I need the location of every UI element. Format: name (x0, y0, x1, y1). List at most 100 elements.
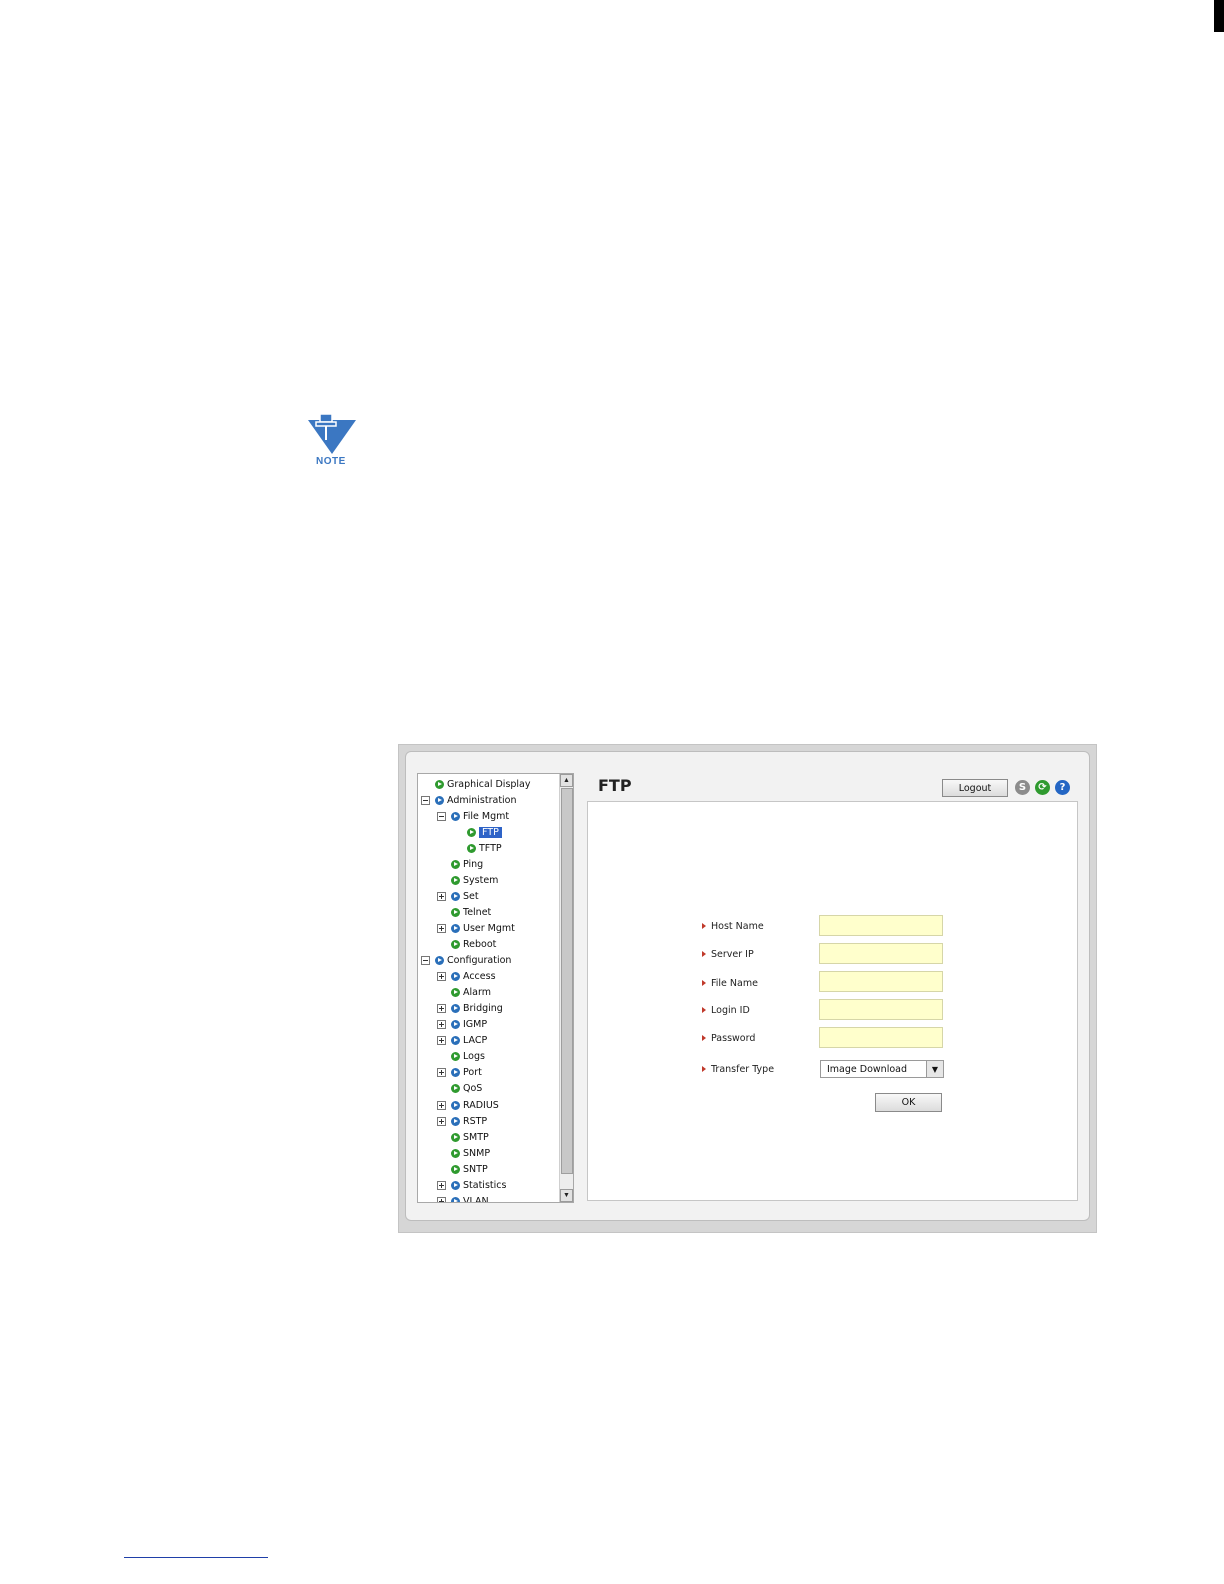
tree-item[interactable]: Statistics (437, 1177, 506, 1193)
tree-item[interactable]: Port (437, 1065, 482, 1081)
tree-item-label: User Mgmt (463, 922, 515, 934)
tree-item[interactable]: File Mgmt (437, 808, 509, 824)
page-bullet-icon (451, 1052, 460, 1062)
required-marker-icon (702, 980, 706, 986)
page-bullet-icon (467, 827, 476, 837)
tree-item[interactable]: RSTP (437, 1113, 487, 1129)
tree-item[interactable]: SNTP (437, 1161, 488, 1177)
required-marker-icon (702, 923, 706, 929)
expand-icon[interactable] (437, 972, 446, 982)
tree-item-label: LACP (463, 1035, 488, 1047)
help-icon[interactable]: ? (1055, 780, 1070, 795)
tree-item[interactable]: RADIUS (437, 1097, 499, 1113)
expand-icon[interactable] (437, 1020, 446, 1030)
page-bullet-icon (451, 1132, 460, 1142)
folder-bullet-icon (451, 1068, 460, 1078)
tree-item[interactable]: QoS (437, 1081, 482, 1097)
scroll-down-arrow[interactable]: ▼ (560, 1189, 573, 1202)
tree-item[interactable]: FTP (453, 824, 502, 840)
page-bullet-icon (451, 1084, 460, 1094)
folder-bullet-icon (451, 1004, 460, 1014)
login-id-input[interactable] (819, 999, 943, 1020)
tree-item[interactable]: System (437, 872, 498, 888)
collapse-icon[interactable] (421, 795, 430, 805)
footer-link-underline (124, 1557, 268, 1558)
tree-item[interactable]: Configuration (421, 953, 511, 969)
refresh-icon[interactable]: ⟳ (1035, 780, 1050, 795)
tree-item-label: File Mgmt (463, 810, 510, 822)
tree-item-label: Statistics (463, 1179, 507, 1191)
tree-item[interactable]: Logs (437, 1049, 485, 1065)
page-bullet-icon (451, 1164, 460, 1174)
page-title: FTP (598, 776, 632, 795)
tree-item-label: Access (463, 971, 496, 983)
note-label: NOTE (316, 456, 346, 467)
tree-item[interactable]: TFTP (453, 840, 502, 856)
tree-item-label: TFTP (479, 842, 502, 854)
page-bullet-icon (451, 859, 460, 869)
tree-item-label: Telnet (463, 906, 492, 918)
tree-item-label: Ping (463, 858, 484, 870)
tree-item[interactable]: Graphical Display (421, 776, 531, 792)
save-icon[interactable]: S (1015, 780, 1030, 795)
tree-item[interactable]: Administration (421, 792, 517, 808)
transfer-type-select[interactable]: Image Download ▼ (820, 1060, 944, 1078)
ok-button[interactable]: OK (875, 1093, 942, 1112)
expand-icon[interactable] (437, 1196, 446, 1202)
tree-item-label: RADIUS (463, 1099, 499, 1111)
file-name-label: File Name (702, 976, 758, 990)
server-ip-input[interactable] (819, 943, 943, 964)
screenshot-frame: Graphical Display Administration File Mgmt… (398, 744, 1097, 1233)
tree-item-label: Administration (447, 794, 517, 806)
expand-icon[interactable] (437, 1036, 446, 1046)
tree-item-label: Bridging (463, 1003, 503, 1015)
tree-item[interactable]: VLAN (437, 1193, 489, 1202)
expand-icon[interactable] (437, 1004, 446, 1014)
scrollbar-thumb[interactable] (561, 788, 573, 1174)
tree-item-label: FTP (479, 826, 502, 838)
password-input[interactable] (819, 1027, 943, 1048)
tree-item[interactable]: Ping (437, 856, 483, 872)
host-name-input[interactable] (819, 915, 943, 936)
tree-item-label: Alarm (463, 987, 491, 999)
required-marker-icon (702, 1066, 706, 1072)
file-name-input[interactable] (819, 971, 943, 992)
scroll-up-arrow[interactable]: ▲ (560, 774, 573, 787)
tree-scrollbar[interactable]: ▲ ▼ (559, 774, 573, 1202)
page-bullet-icon (451, 940, 460, 949)
expand-icon[interactable] (437, 923, 446, 933)
folder-bullet-icon (451, 972, 460, 982)
tree-item[interactable]: Set (437, 888, 479, 904)
tree-item[interactable]: Alarm (437, 985, 491, 1001)
tree-item[interactable]: User Mgmt (437, 920, 515, 936)
required-marker-icon (702, 951, 706, 957)
tree-item[interactable]: LACP (437, 1033, 487, 1049)
tree-item-label: Reboot (463, 939, 497, 950)
tree-list: Graphical Display Administration File Mgmt… (418, 774, 559, 1202)
page-bullet-icon (451, 988, 460, 998)
expand-icon[interactable] (437, 891, 446, 901)
folder-bullet-icon (451, 1036, 460, 1046)
page-bullet-icon (451, 907, 460, 917)
folder-bullet-icon (435, 795, 444, 805)
expand-icon[interactable] (437, 1100, 446, 1110)
expand-icon[interactable] (437, 1068, 446, 1078)
navigation-tree[interactable]: Graphical Display Administration File Mgmt… (417, 773, 574, 1203)
tree-item[interactable]: SNMP (437, 1145, 490, 1161)
tree-item-label: Graphical Display (447, 778, 531, 790)
tree-item[interactable]: Access (437, 969, 496, 985)
expand-icon[interactable] (437, 1180, 446, 1190)
tree-item[interactable]: Bridging (437, 1001, 503, 1017)
dropdown-arrow-icon[interactable]: ▼ (926, 1061, 943, 1077)
collapse-icon[interactable] (421, 956, 430, 966)
tree-item[interactable]: IGMP (437, 1017, 487, 1033)
collapse-icon[interactable] (437, 811, 446, 821)
tree-item[interactable]: SMTP (437, 1129, 489, 1145)
expand-icon[interactable] (437, 1116, 446, 1126)
tree-item[interactable]: Reboot (437, 937, 496, 953)
page-edge-tab (1214, 0, 1224, 32)
logout-button[interactable]: Logout (942, 779, 1008, 797)
tree-item-label: SNTP (463, 1163, 488, 1175)
tree-item[interactable]: Telnet (437, 904, 491, 920)
tree-item-label: SNMP (463, 1147, 491, 1159)
